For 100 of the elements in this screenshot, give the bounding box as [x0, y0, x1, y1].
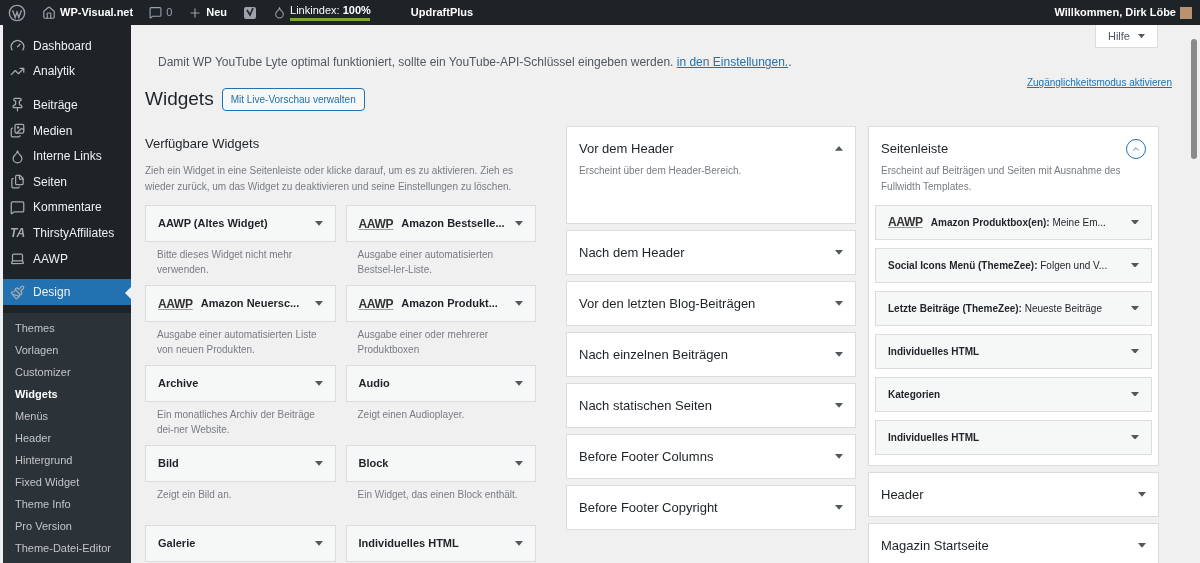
- avatar[interactable]: [1180, 6, 1192, 19]
- widget-title: Amazon Bestselle...: [401, 216, 506, 232]
- live-preview-button[interactable]: Mit Live-Vorschau verwalten: [221, 87, 365, 111]
- area-title[interactable]: Vor den letzten Blog-Beiträgen: [579, 293, 835, 314]
- widget-title: Audio: [358, 376, 391, 392]
- submenu-item[interactable]: Theme Info: [3, 492, 131, 515]
- pin-icon: [10, 97, 25, 113]
- menu-item[interactable]: Design: [3, 279, 131, 305]
- submenu-item[interactable]: Theme-Datei-Editor: [3, 536, 131, 559]
- menu-label: Medien: [33, 122, 73, 140]
- widget-item[interactable]: Individuelles HTML: [345, 525, 536, 562]
- widget-title: Letzte Beiträge (ThemeZee): Neueste Beiträge: [888, 301, 1103, 316]
- menu-label: Beiträge: [33, 97, 78, 114]
- help-button[interactable]: Hilfe: [1095, 25, 1158, 48]
- current-pointer-icon: [125, 287, 131, 300]
- area-title[interactable]: Nach dem Header: [579, 242, 835, 263]
- widget-title: Individuelles HTML: [888, 430, 981, 445]
- caret-down-icon: [1131, 219, 1139, 225]
- menu-item[interactable]: Beiträge: [3, 92, 131, 118]
- menu-item[interactable]: Seiten: [3, 168, 131, 195]
- menu-label: AAWP: [33, 250, 68, 268]
- widget-item[interactable]: Social Icons Menü (ThemeZee): Folgen und V...: [875, 247, 1152, 283]
- widget-item[interactable]: Individuelles HTML: [875, 419, 1152, 455]
- submenu-item[interactable]: Vorlagen: [3, 338, 131, 361]
- widget-item[interactable]: Bild: [145, 445, 336, 482]
- submenu-item[interactable]: Menüs: [3, 404, 131, 427]
- caret-down-icon: [314, 381, 323, 386]
- brush-icon: [10, 284, 25, 300]
- widget-logo: AAWP: [358, 295, 394, 313]
- widget-description: Bitte dieses Widget nicht mehr verwenden.: [156, 248, 294, 277]
- widget-title: Amazon Neuersc...: [200, 296, 301, 312]
- droplet-icon: [10, 148, 25, 164]
- submenu-item[interactable]: Customizer: [3, 360, 131, 383]
- widget-item[interactable]: AAWP (Altes Widget): [145, 205, 336, 242]
- greeting-link[interactable]: Willkommen, Dirk Löbe: [1054, 4, 1176, 21]
- submenu-item[interactable]: Fixed Widget: [3, 470, 131, 493]
- menu-item[interactable]: Interne Links: [3, 143, 131, 169]
- new-link[interactable]: Neu: [206, 4, 228, 21]
- area-title[interactable]: Seitenleiste: [881, 138, 1126, 159]
- submenu-item[interactable]: Widgets: [3, 382, 131, 405]
- widget-description: Ein monatliches Archiv der Beiträge dei-ner Website.: [156, 408, 316, 437]
- widget-title: Individuelles HTML: [888, 344, 981, 359]
- plugin-link[interactable]: UpdraftPlus: [410, 4, 474, 21]
- site-link[interactable]: WP-Visual.net: [60, 4, 134, 21]
- widget-title: Amazon Produkt...: [401, 296, 499, 312]
- caret-down-icon: [1138, 33, 1145, 39]
- widget-item[interactable]: AAWP Amazon Produktbox(en): Meine Em...: [875, 204, 1152, 240]
- area-title[interactable]: Nach statischen Seiten: [579, 395, 835, 416]
- submenu-item[interactable]: Header: [3, 426, 131, 449]
- menu-item[interactable]: AAWP: [3, 245, 131, 272]
- caret-down-icon: [515, 301, 523, 306]
- menu-item[interactable]: Dashboard: [3, 33, 131, 59]
- widget-logo: AAWP: [358, 215, 394, 233]
- widget-item[interactable]: AAWP Amazon Bestselle...: [345, 205, 536, 242]
- widget-item[interactable]: Galerie: [145, 525, 336, 562]
- accessibility-link[interactable]: Zugänglichkeitsmodus aktivieren: [1026, 75, 1172, 90]
- submenu-item[interactable]: Hintergrund: [3, 448, 131, 471]
- widget-item[interactable]: Audio: [345, 365, 536, 402]
- area-title[interactable]: Vor dem Header: [579, 138, 835, 159]
- widget-title: Block: [358, 456, 390, 472]
- comments-count[interactable]: 0: [166, 4, 173, 21]
- caret-down-icon: [314, 221, 323, 226]
- submenu-item[interactable]: Themes: [3, 316, 131, 339]
- menu-item[interactable]: TA ThirstyAffiliates: [3, 220, 131, 246]
- area-title[interactable]: Before Footer Copyright: [579, 497, 835, 518]
- comments-icon: [149, 6, 163, 19]
- wordpress-logo-icon[interactable]: [8, 3, 26, 22]
- caret-down-icon: [515, 221, 523, 226]
- widget-title: Individuelles HTML: [358, 536, 460, 552]
- notice-text: Damit WP YouTube Lyte optimal funktioniert, sollte ein YouTube-API-Schlüssel eingeben werden. in den Einstellungen..: [158, 54, 793, 71]
- menu-label: Seiten: [33, 173, 68, 191]
- widget-item[interactable]: Kategorien: [875, 376, 1152, 412]
- speech-bubble-icon: [10, 199, 25, 215]
- area-title[interactable]: Header: [881, 484, 1138, 505]
- menu-item[interactable]: Medien: [3, 117, 131, 144]
- menu-item[interactable]: Kommentare: [3, 194, 131, 221]
- area-title[interactable]: Before Footer Columns: [579, 446, 835, 467]
- widget-title: Bild: [158, 456, 180, 472]
- menu-icon-text: TA: [10, 224, 25, 242]
- menu-label: Kommentare: [33, 199, 102, 217]
- widget-item[interactable]: Block: [345, 445, 536, 482]
- settings-link[interactable]: in den Einstellungen.: [676, 55, 789, 69]
- caret-down-icon: [314, 541, 323, 546]
- widget-item[interactable]: Individuelles HTML: [875, 333, 1152, 369]
- caret-down-icon: [1131, 434, 1139, 440]
- caret-down-icon: [515, 381, 523, 386]
- caret-down-icon: [1131, 348, 1139, 354]
- area-title[interactable]: Nach einzelnen Beiträgen: [579, 344, 835, 365]
- area-title[interactable]: Magazin Startseite: [881, 535, 1138, 556]
- widget-title: AAWP (Altes Widget): [158, 216, 269, 232]
- widget-item[interactable]: AAWP Amazon Produkt...: [345, 285, 536, 322]
- widget-title: Social Icons Menü (ThemeZee): Folgen und V...: [888, 258, 1109, 273]
- submenu-item[interactable]: Pro Version: [3, 514, 131, 537]
- menu-item[interactable]: Analytik: [3, 58, 131, 85]
- widget-item[interactable]: Letzte Beiträge (ThemeZee): Neueste Beiträge: [875, 290, 1152, 326]
- linkindex-text[interactable]: Linkindex: 100%: [290, 4, 371, 16]
- widget-description: Ein Widget, das einen Block enthält.: [356, 488, 519, 502]
- widget-item[interactable]: AAWP Amazon Neuersc...: [145, 285, 336, 322]
- widget-item[interactable]: Archive: [145, 365, 336, 402]
- page-title: Widgets: [145, 87, 214, 111]
